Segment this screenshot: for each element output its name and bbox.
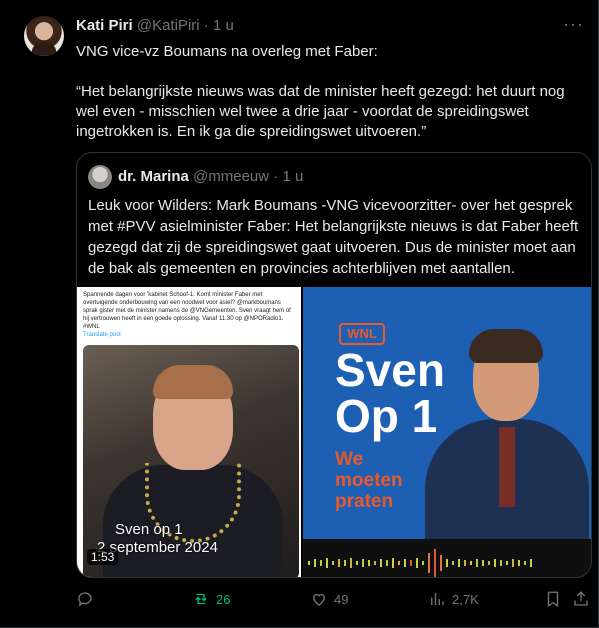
- share-button[interactable]: [572, 590, 590, 608]
- header-separator: ·: [203, 17, 209, 34]
- like-count: 49: [334, 591, 349, 607]
- analytics-icon: [431, 593, 444, 605]
- tweet-time[interactable]: 1 u: [213, 17, 234, 34]
- author-name[interactable]: Kati Piri: [76, 17, 133, 34]
- host-photo: [421, 327, 591, 569]
- quoted-separator: ·: [273, 168, 279, 185]
- tweet-actions: 26 49 2,7K: [76, 590, 592, 614]
- like-button[interactable]: 49: [310, 590, 348, 608]
- share-icon: [574, 591, 588, 606]
- tweet-header: Kati Piri @KatiPiri · 1 u: [76, 17, 234, 34]
- bookmark-button[interactable]: [544, 590, 562, 608]
- quoted-tweet[interactable]: dr. Marina @mmeeuw · 1 u Leuk voor Wilde…: [76, 152, 592, 578]
- repost-button[interactable]: 26: [192, 590, 230, 608]
- heart-icon: [313, 593, 325, 606]
- views-button[interactable]: 2,7K: [428, 590, 479, 608]
- video-timer: 1:53: [87, 549, 119, 565]
- repost-count: 26: [216, 591, 231, 607]
- author-handle[interactable]: @KatiPiri: [137, 17, 200, 34]
- quoted-text: Leuk voor Wilders: Mark Boumans -VNG vic…: [88, 197, 579, 277]
- reply-button[interactable]: [76, 590, 94, 608]
- view-count: 2,7K: [452, 591, 479, 607]
- quoted-header: dr. Marina @mmeeuw · 1 u: [118, 168, 303, 185]
- author-avatar[interactable]: [24, 16, 64, 56]
- tweet-container: Kati Piri @KatiPiri · 1 u ··· VNG vice-v…: [0, 0, 599, 628]
- audio-waveform: [303, 539, 591, 577]
- left-media-image[interactable]: Spannende dagen voor 'kabinet Schoof-1. …: [77, 287, 301, 577]
- quoted-time: 1 u: [282, 168, 304, 185]
- quoted-media[interactable]: Spannende dagen voor 'kabinet Schoof-1. …: [77, 287, 591, 577]
- reply-icon: [78, 592, 92, 607]
- right-media-image[interactable]: WNL Sven Op 1 We moeten praten: [303, 287, 591, 577]
- quoted-author-handle: @mmeeuw: [193, 168, 270, 185]
- wnl-logo: WNL: [339, 323, 385, 345]
- more-options-icon[interactable]: ···: [563, 14, 584, 35]
- quoted-author-name: dr. Marina: [118, 168, 189, 185]
- tweet-text: VNG vice-vz Boumans na overleg met Faber…: [76, 43, 565, 140]
- embedded-post-text: Spannende dagen voor 'kabinet Schoof-1. …: [83, 292, 291, 338]
- show-tagline: We moeten praten: [335, 449, 403, 512]
- repost-icon: [195, 593, 207, 605]
- bookmark-icon: [547, 591, 559, 608]
- quoted-author-avatar: [88, 165, 112, 189]
